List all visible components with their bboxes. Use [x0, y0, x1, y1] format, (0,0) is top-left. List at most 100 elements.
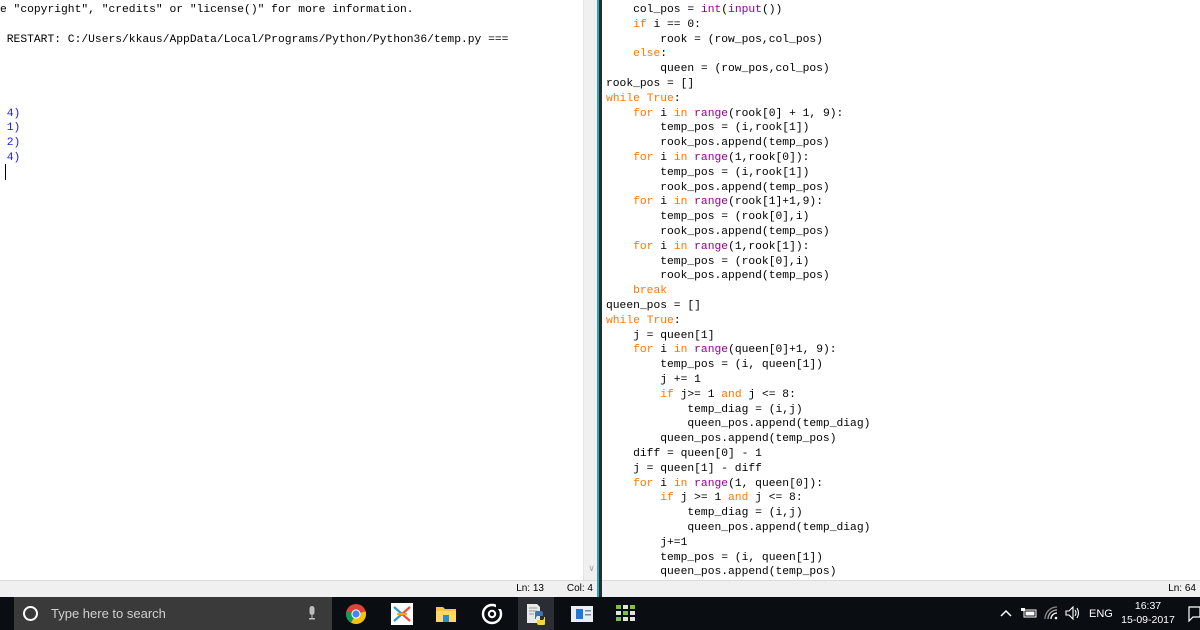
keyword-token: for	[633, 152, 654, 164]
action-center-icon[interactable]	[1188, 606, 1200, 622]
code-token: temp_diag = (i,j)	[606, 403, 803, 416]
clock[interactable]: 16:37 15-09-2017	[1118, 599, 1178, 627]
python-shell-window: e "copyright", "credits" or "license()" …	[0, 0, 599, 597]
taskbar-chrome[interactable]	[338, 597, 374, 630]
code-token: (1, queen[0]):	[728, 477, 823, 490]
taskbar-window-app[interactable]	[564, 597, 600, 630]
builtin-token: range	[694, 152, 729, 164]
code-token: (queen[0]+1, 9):	[728, 344, 837, 357]
keyword-token: and	[721, 388, 742, 401]
builtin-token: range	[694, 477, 729, 490]
keyword-token: True	[646, 92, 674, 105]
keyword-token: while	[606, 314, 640, 327]
keyword-token: in	[673, 107, 688, 120]
code-token: i	[653, 240, 674, 253]
code-line: queen_pos.append(temp_pos)	[606, 432, 836, 447]
language-indicator[interactable]: ENG	[1089, 597, 1113, 630]
code-token: rook_pos.append(temp_pos)	[606, 137, 830, 150]
grid-icon	[616, 604, 635, 621]
volume-icon[interactable]	[1065, 606, 1081, 620]
code-line: queen_pos.append(temp_diag)	[606, 417, 870, 432]
builtin-token: range	[694, 196, 729, 209]
code-token: queen_pos.append(temp_pos)	[606, 566, 837, 579]
show-hidden-icons-icon[interactable]	[1000, 609, 1012, 617]
code-line: for i in range(1,rook[0]):	[606, 151, 809, 166]
keyword-token: for	[633, 107, 654, 120]
code-token: j+=1	[606, 536, 688, 549]
code-line: if j >= 1 and j <= 8:	[606, 491, 802, 506]
taskbar-python-idle[interactable]	[518, 597, 554, 630]
shell-output[interactable]: e "copyright", "credits" or "license()" …	[0, 0, 583, 580]
xmind-icon	[391, 602, 413, 625]
code-token: :	[673, 314, 681, 327]
column-number: Col: 4	[566, 583, 593, 594]
code-line: j+=1	[606, 536, 687, 551]
code-token: i	[653, 107, 674, 120]
search-box[interactable]: Type here to search	[14, 597, 332, 630]
code-token: col_pos =	[606, 4, 701, 16]
code-line: while True:	[606, 92, 681, 107]
code-line: temp_pos = (i,rook[1])	[606, 166, 809, 181]
editor-window: col_pos = int(input()) if i == 0: rook =…	[602, 0, 1200, 597]
code-editor[interactable]: col_pos = int(input()) if i == 0: rook =…	[602, 0, 1200, 580]
cortana-icon[interactable]	[23, 606, 38, 621]
code-token: (rook[1]+1,9):	[728, 196, 823, 209]
code-token: diff = queen[0] - 1	[606, 448, 762, 460]
code-token: (rook[0] + 1, 9):	[728, 107, 844, 120]
code-line: rook_pos = []	[606, 77, 694, 92]
code-token: temp_pos = (i,rook[1])	[606, 166, 810, 179]
battery-icon[interactable]	[1021, 608, 1037, 618]
code-token: j <= 8:	[741, 388, 796, 401]
scroll-down-arrow-icon[interactable]: ∨	[587, 565, 596, 574]
code-token: rook_pos.append(temp_pos)	[606, 181, 830, 194]
code-token: rook = (row_pos,col_pos)	[606, 33, 823, 46]
taskbar-xmind[interactable]	[384, 597, 420, 630]
keyword-token: for	[633, 240, 654, 253]
code-line: for i in range(1,rook[1]):	[606, 240, 809, 255]
code-token: j = queen[1] - diff	[606, 462, 762, 475]
keyword-token: in	[673, 344, 688, 357]
taskbar-groove[interactable]	[474, 597, 510, 630]
code-line: rook = (row_pos,col_pos)	[606, 33, 823, 48]
code-token: queen_pos = []	[606, 300, 701, 312]
shell-statusbar: Ln: 13 Col: 4	[0, 580, 599, 597]
keyword-token: if	[633, 18, 647, 31]
builtin-token: range	[694, 107, 729, 120]
python-icon	[527, 603, 545, 625]
code-token: i	[653, 344, 674, 357]
code-line: for i in range(1, queen[0]):	[606, 477, 823, 492]
code-token: :	[673, 92, 681, 105]
code-token: i == 0:	[646, 18, 701, 31]
code-token: j>= 1	[673, 388, 722, 401]
microphone-icon[interactable]	[308, 606, 316, 620]
keyword-token: if	[660, 388, 674, 401]
code-token: temp_pos = (rook[0],i)	[606, 211, 810, 224]
code-line: diff = queen[0] - 1	[606, 447, 762, 462]
taskbar-grid-app[interactable]	[608, 597, 644, 630]
wifi-icon[interactable]	[1044, 606, 1058, 620]
code-line: queen = (row_pos,col_pos)	[606, 62, 830, 77]
keyword-token: True	[646, 314, 674, 327]
code-token: j = queen[1]	[606, 329, 715, 342]
keyword-token: if	[660, 492, 674, 505]
keyword-token: else	[633, 48, 661, 61]
code-line: j = queen[1]	[606, 329, 714, 344]
folder-icon	[436, 606, 456, 622]
taskbar: Type here to search ENG 16:37 15-09-2017	[0, 597, 1200, 630]
taskbar-file-explorer[interactable]	[428, 597, 464, 630]
code-token: (1,rook[1]):	[728, 240, 810, 253]
shell-scrollbar[interactable]: ∨	[583, 0, 598, 580]
window-icon	[571, 605, 593, 622]
code-token: queen_pos.append(temp_diag)	[606, 418, 871, 431]
code-line: if i == 0:	[606, 18, 701, 33]
code-line: for i in range(rook[0] + 1, 9):	[606, 107, 843, 122]
